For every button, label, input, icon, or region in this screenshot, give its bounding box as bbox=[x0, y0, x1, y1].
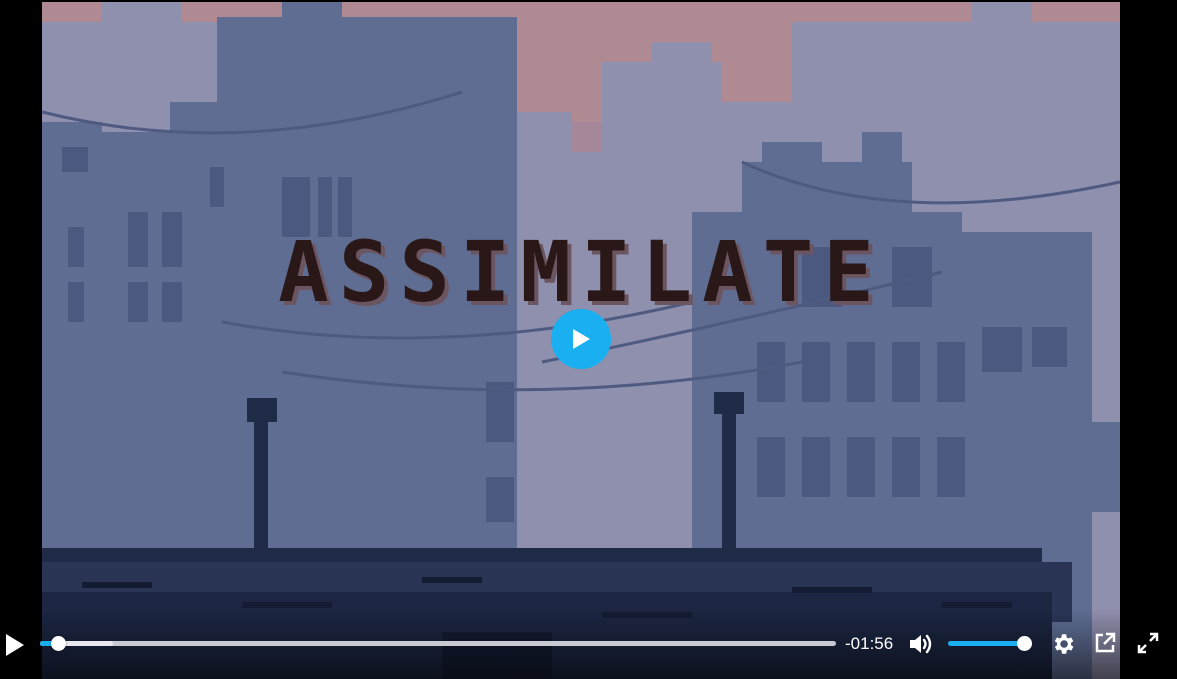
play-icon bbox=[6, 634, 24, 656]
big-play-icon bbox=[573, 329, 590, 349]
gear-icon bbox=[1054, 634, 1074, 654]
mute-button[interactable] bbox=[908, 632, 936, 656]
play-button[interactable] bbox=[2, 632, 26, 658]
seek-bar[interactable] bbox=[40, 636, 836, 651]
big-play-button[interactable] bbox=[551, 309, 611, 369]
video-title-overlay: ASSIMILATE bbox=[278, 223, 884, 321]
seek-handle[interactable] bbox=[50, 636, 66, 651]
volume-handle[interactable] bbox=[1017, 636, 1032, 651]
pop-out-button[interactable] bbox=[1093, 631, 1117, 655]
fullscreen-button[interactable] bbox=[1136, 631, 1160, 655]
volume-slider[interactable] bbox=[948, 636, 1032, 651]
settings-button[interactable] bbox=[1050, 631, 1076, 657]
pop-out-icon bbox=[1095, 632, 1116, 653]
fullscreen-icon bbox=[1137, 632, 1159, 654]
volume-icon bbox=[910, 634, 932, 654]
video-player[interactable]: ASSIMILATE -01:56 bbox=[0, 0, 1177, 679]
time-remaining: -01:56 bbox=[845, 634, 894, 653]
